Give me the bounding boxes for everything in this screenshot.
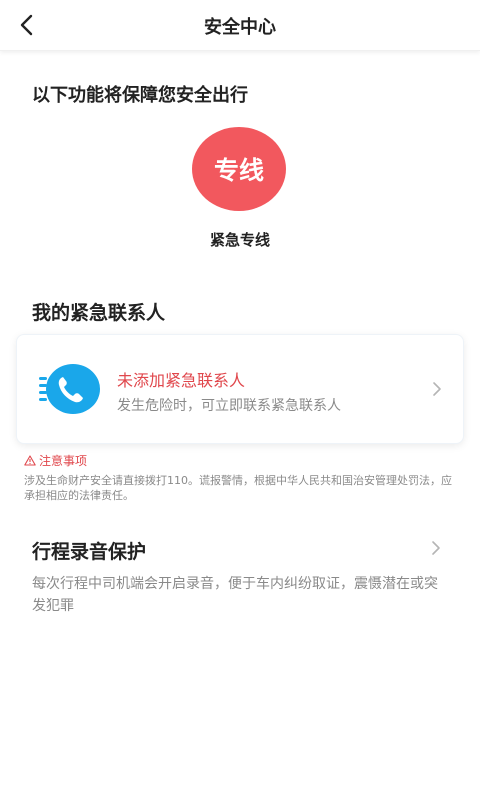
- chevron-right-icon: [432, 541, 440, 555]
- notice-body: 涉及生命财产安全请直接拨打110。谎报警情，根据中华人民共和国治安管理处罚法，应…: [24, 474, 452, 502]
- warning-icon: [24, 455, 36, 466]
- contact-card-description: 发生危险时，可立即联系紧急联系人: [117, 398, 341, 414]
- page-title: 安全中心: [204, 17, 276, 38]
- trip-recording-title: 行程录音保护: [32, 541, 147, 563]
- trip-recording-description: 每次行程中司机端会开启录音，便于车内纠纷取证，震慑潜在或突发犯罪: [32, 576, 438, 614]
- add-emergency-contact-card[interactable]: 未添加紧急联系人 发生危险时，可立即联系紧急联系人: [16, 334, 464, 444]
- emergency-contacts-heading: 我的紧急联系人: [32, 302, 166, 324]
- chevron-right-icon: [433, 382, 441, 396]
- notice-heading-text: 注意事项: [39, 454, 88, 468]
- hotline-badge-text: 专线: [213, 156, 264, 185]
- notice-heading: 注意事项: [24, 452, 87, 469]
- contact-card-title: 未添加紧急联系人: [117, 371, 246, 390]
- top-bar: 安全中心: [0, 0, 480, 51]
- emergency-hotline-button[interactable]: 专线: [192, 127, 286, 211]
- phone-icon: [39, 364, 100, 414]
- emergency-hotline-label: 紧急专线: [209, 231, 270, 249]
- features-heading: 以下功能将保障您安全出行: [32, 85, 248, 106]
